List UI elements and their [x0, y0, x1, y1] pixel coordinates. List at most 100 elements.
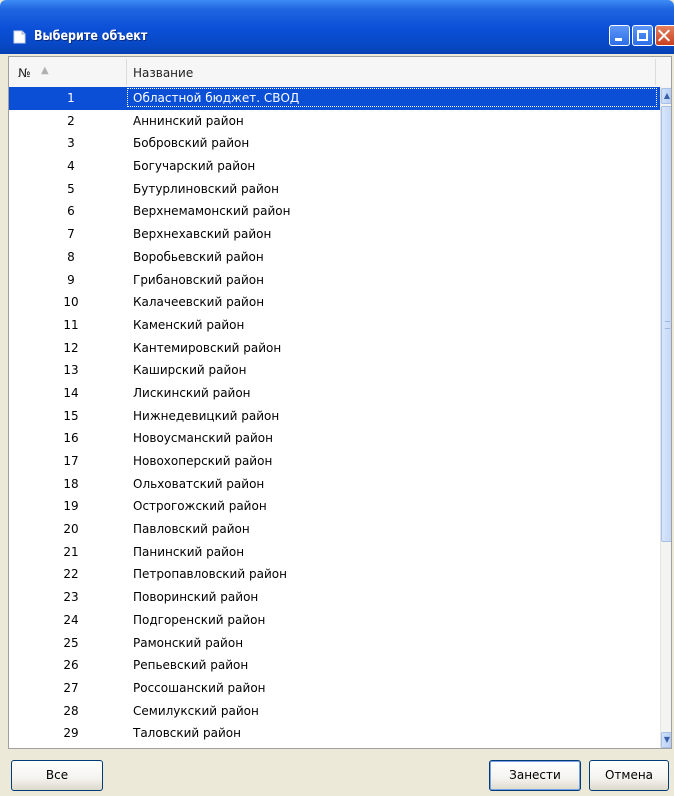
- table-header: № ▲ Название: [9, 57, 671, 88]
- table-body: 1 Областной бюджет. СВОД 2 Аннинский район 3…: [9, 87, 660, 745]
- submit-button[interactable]: Занести: [489, 760, 581, 791]
- column-header-name[interactable]: Название: [133, 66, 193, 80]
- table-row[interactable]: 4 Богучарский район: [9, 155, 660, 178]
- table-row[interactable]: 17 Новохоперский район: [9, 450, 660, 473]
- table-row[interactable]: 16 Новоусманский район: [9, 427, 660, 450]
- row-number: 26: [63, 658, 79, 673]
- row-name: Панинский район: [133, 544, 245, 559]
- row-name: Острогожский район: [133, 499, 267, 514]
- row-name: Ольховатский район: [133, 476, 265, 491]
- table-row[interactable]: 21 Панинский район: [9, 541, 660, 564]
- table-row[interactable]: 24 Подгоренский район: [9, 609, 660, 632]
- select-object-dialog: Выберите объект № ▲ Название 1 Областной …: [0, 0, 674, 796]
- row-name: Подгоренский район: [133, 612, 266, 627]
- row-number: 20: [63, 522, 79, 537]
- row-name: Бобровский район: [133, 136, 250, 151]
- table-row[interactable]: 3 Бобровский район: [9, 132, 660, 155]
- scrollbar-thumb[interactable]: [661, 106, 671, 542]
- column-divider[interactable]: [126, 59, 127, 85]
- table-row[interactable]: 10 Калачеевский район: [9, 291, 660, 314]
- row-name: Лискинский район: [133, 385, 251, 400]
- row-name: Петропавловский район: [133, 567, 287, 582]
- row-number: 12: [63, 340, 79, 355]
- table-row[interactable]: 9 Грибановский район: [9, 269, 660, 292]
- row-name: Поворинский район: [133, 590, 259, 605]
- row-name: Каменский район: [133, 317, 245, 332]
- row-number: 23: [63, 590, 79, 605]
- row-number: 8: [67, 249, 75, 264]
- table-row[interactable]: 7 Верхнехавский район: [9, 223, 660, 246]
- column-header-number[interactable]: №: [18, 66, 30, 80]
- row-number: 16: [63, 431, 79, 446]
- row-name: Грибановский район: [133, 272, 264, 287]
- table-row[interactable]: 28 Семилукский район: [9, 700, 660, 723]
- row-number: 4: [67, 159, 75, 174]
- row-number: 13: [63, 363, 79, 378]
- cancel-button[interactable]: Отмена: [589, 760, 669, 791]
- table-row[interactable]: 12 Кантемировский район: [9, 337, 660, 360]
- row-number: 3: [67, 136, 75, 151]
- row-number: 21: [63, 544, 79, 559]
- row-number: 19: [63, 499, 79, 514]
- row-name: Областной бюджет. СВОД: [133, 91, 300, 105]
- table-row[interactable]: 25 Рамонский район: [9, 632, 660, 655]
- table-row[interactable]: 2 Аннинский район: [9, 110, 660, 133]
- table-row[interactable]: 23 Поворинский район: [9, 586, 660, 609]
- table-row[interactable]: 18 Ольховатский район: [9, 473, 660, 496]
- row-number: 7: [67, 227, 75, 242]
- table-row[interactable]: 27 Россошанский район: [9, 677, 660, 700]
- row-number: 18: [63, 476, 79, 491]
- table-row[interactable]: 13 Каширский район: [9, 359, 660, 382]
- column-divider[interactable]: [655, 59, 656, 85]
- table-row[interactable]: 20 Павловский район: [9, 518, 660, 541]
- maximize-button[interactable]: [632, 25, 653, 46]
- row-number: 28: [63, 703, 79, 718]
- row-number: 11: [63, 317, 79, 332]
- table-row[interactable]: 6 Верхнемамонский район: [9, 200, 660, 223]
- table-row[interactable]: 5 Бутурлиновский район: [9, 178, 660, 201]
- row-name: Семилукский район: [133, 703, 259, 718]
- row-number: 10: [63, 295, 79, 310]
- table-row[interactable]: 14 Лискинский район: [9, 382, 660, 405]
- table-row[interactable]: 8 Воробьевский район: [9, 246, 660, 269]
- row-number: 22: [63, 567, 79, 582]
- row-number: 9: [67, 272, 75, 287]
- scroll-up-icon[interactable]: ▲: [661, 88, 671, 104]
- sort-ascending-icon: ▲: [41, 65, 49, 76]
- scroll-down-icon[interactable]: ▼: [661, 732, 671, 748]
- select-all-button[interactable]: Все: [11, 760, 103, 791]
- row-number: 29: [63, 726, 79, 741]
- minimize-button[interactable]: [609, 25, 630, 46]
- row-name: Аннинский район: [133, 113, 244, 128]
- table-row[interactable]: 1 Областной бюджет. СВОД: [9, 87, 660, 110]
- table-row[interactable]: 29 Таловский район: [9, 722, 660, 745]
- row-number: 17: [63, 454, 79, 468]
- row-number: 14: [63, 385, 79, 400]
- row-name: Таловский район: [133, 726, 241, 741]
- window-title: Выберите объект: [34, 29, 148, 44]
- row-number: 2: [67, 113, 75, 128]
- title-bar[interactable]: Выберите объект: [0, 0, 674, 54]
- table-row[interactable]: 11 Каменский район: [9, 314, 660, 337]
- row-name: Бутурлиновский район: [133, 181, 279, 196]
- objects-table: № ▲ Название 1 Областной бюджет. СВОД 2 Анн…: [8, 56, 672, 749]
- row-name: Новоусманский район: [133, 431, 273, 446]
- table-row[interactable]: 26 Репьевский район: [9, 654, 660, 677]
- row-name: Воробьевский район: [133, 249, 264, 264]
- vertical-scrollbar[interactable]: ▲ ▼: [660, 87, 671, 748]
- row-number: 6: [67, 204, 75, 219]
- row-number: 25: [63, 635, 79, 650]
- row-name: Репьевский район: [133, 658, 249, 673]
- row-name: Новохоперский район: [133, 454, 273, 468]
- row-name: Верхнехавский район: [133, 227, 272, 242]
- table-row[interactable]: 15 Нижнедевицкий район: [9, 405, 660, 428]
- row-number: 1: [67, 91, 75, 105]
- table-row[interactable]: 19 Острогожский район: [9, 495, 660, 518]
- table-row[interactable]: 22 Петропавловский район: [9, 563, 660, 586]
- row-name: Калачеевский район: [133, 295, 265, 310]
- row-number: 15: [63, 408, 79, 423]
- row-name: Россошанский район: [133, 680, 266, 695]
- row-number: 5: [67, 181, 75, 196]
- document-icon: [13, 30, 26, 44]
- close-button[interactable]: [655, 25, 674, 46]
